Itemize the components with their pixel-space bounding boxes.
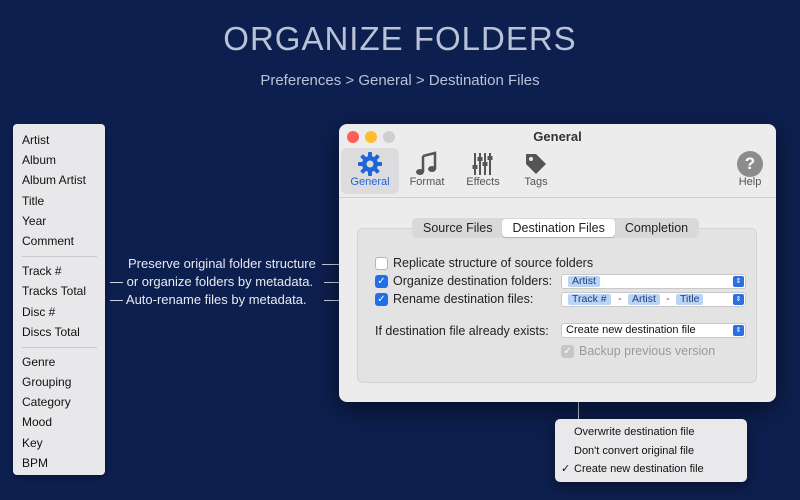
menu-item-create-new[interactable]: ✓ Create new destination file bbox=[555, 460, 747, 479]
backup-checkbox[interactable]: ✓ bbox=[561, 345, 574, 358]
tag-item[interactable]: Discs Total bbox=[22, 322, 105, 342]
menu-item-dont-convert[interactable]: Don't convert original file bbox=[555, 442, 747, 461]
tag-item[interactable]: Mood bbox=[22, 412, 105, 432]
annotation-preserve: Preserve original folder structure bbox=[128, 256, 316, 271]
exists-dropdown-menu: Overwrite destination file Don't convert… bbox=[555, 419, 747, 482]
tag-item[interactable]: Disc # bbox=[22, 302, 105, 322]
organize-label: Organize destination folders: bbox=[393, 274, 553, 288]
toolbar: General Format Effects Tags ? Help bbox=[339, 148, 776, 198]
rename-separator: - bbox=[666, 293, 670, 305]
annotation-rename: — Auto-rename files by metadata. bbox=[110, 292, 307, 307]
tag-item[interactable]: Category bbox=[22, 392, 105, 412]
organize-checkbox[interactable]: ✓ bbox=[375, 275, 388, 288]
toolbar-format[interactable]: Format bbox=[398, 148, 456, 194]
tag-separator bbox=[22, 346, 97, 348]
hero-subtitle: Preferences > General > Destination File… bbox=[260, 72, 540, 89]
menu-item-label: Don't convert original file bbox=[574, 444, 695, 457]
replicate-label: Replicate structure of source folders bbox=[393, 256, 594, 270]
toolbar-label: Help bbox=[738, 176, 762, 188]
tag-item[interactable]: Key bbox=[22, 433, 105, 453]
toolbar-label: Tags bbox=[524, 176, 548, 188]
chevron-updown-icon[interactable]: ⇕ bbox=[733, 294, 744, 305]
toolbar-label: Effects bbox=[466, 176, 500, 188]
tag-item[interactable]: Tracks Total bbox=[22, 281, 105, 301]
tag-item[interactable]: Album bbox=[22, 150, 105, 170]
tab-destination-files[interactable]: Destination Files bbox=[502, 219, 615, 237]
menu-item-label: Overwrite destination file bbox=[574, 426, 695, 438]
chevron-updown-icon[interactable]: ⇕ bbox=[733, 276, 744, 287]
organize-token[interactable]: Artist bbox=[568, 276, 600, 287]
gear-icon bbox=[341, 148, 399, 176]
backup-label: Backup previous version bbox=[579, 344, 716, 358]
exists-popup-value: Create new destination file bbox=[566, 324, 696, 336]
toolbar-effects[interactable]: Effects bbox=[454, 148, 512, 194]
tag-item[interactable]: BPM bbox=[22, 453, 105, 473]
rename-token[interactable]: Title bbox=[676, 294, 704, 305]
menu-item-overwrite[interactable]: Overwrite destination file bbox=[555, 423, 747, 442]
tab-bar: Source Files Destination Files Completio… bbox=[412, 218, 700, 238]
sliders-icon bbox=[454, 148, 512, 176]
tag-item[interactable]: Album Artist bbox=[22, 170, 105, 190]
music-note-icon bbox=[398, 148, 456, 176]
menu-item-label: Create new destination file bbox=[574, 463, 704, 475]
rename-token[interactable]: Artist bbox=[628, 294, 660, 305]
help-icon: ? bbox=[737, 151, 763, 177]
exists-label: If destination file already exists: bbox=[375, 324, 549, 338]
tag-item[interactable]: Artist bbox=[22, 130, 105, 150]
tab-completion[interactable]: Completion bbox=[615, 219, 698, 237]
rename-token[interactable]: Track # bbox=[568, 294, 611, 305]
rename-label: Rename destination files: bbox=[393, 292, 534, 306]
toolbar-label: Format bbox=[409, 176, 445, 188]
checkmark-icon: ✓ bbox=[561, 463, 571, 475]
tag-item[interactable]: Genre bbox=[22, 352, 105, 372]
chevron-updown-icon[interactable]: ⇕ bbox=[733, 325, 744, 336]
replicate-checkbox[interactable] bbox=[375, 257, 388, 270]
tag-item[interactable]: Title bbox=[22, 191, 105, 211]
rename-pattern-field[interactable]: Track # - Artist - Title ⇕ bbox=[561, 292, 746, 307]
tag-icon bbox=[507, 148, 565, 176]
toolbar-help[interactable]: ? Help bbox=[727, 148, 773, 194]
tag-list: Artist Album Album Artist Title Year Com… bbox=[13, 124, 105, 475]
tag-item[interactable]: Comment bbox=[22, 231, 105, 251]
preferences-window: General General Format Effects Tags ? He… bbox=[339, 124, 776, 402]
title-bar: General bbox=[339, 124, 776, 148]
exists-popup[interactable]: Create new destination file ⇕ bbox=[561, 323, 746, 338]
tag-item[interactable]: Grouping bbox=[22, 372, 105, 392]
organize-pattern-field[interactable]: Artist ⇕ bbox=[561, 274, 746, 289]
toolbar-tags[interactable]: Tags bbox=[507, 148, 565, 194]
tag-separator bbox=[22, 256, 97, 258]
rename-separator: - bbox=[618, 293, 622, 305]
rename-checkbox[interactable]: ✓ bbox=[375, 293, 388, 306]
tab-source-files[interactable]: Source Files bbox=[413, 219, 502, 237]
annotation-organize: — or organize folders by metadata. bbox=[110, 274, 314, 289]
tag-item[interactable]: Year bbox=[22, 211, 105, 231]
toolbar-label: General bbox=[350, 176, 390, 188]
window-title: General bbox=[533, 129, 582, 144]
tag-item[interactable]: Track # bbox=[22, 261, 105, 281]
hero-title: ORGANIZE FOLDERS bbox=[223, 20, 577, 57]
toolbar-general[interactable]: General bbox=[341, 148, 399, 194]
